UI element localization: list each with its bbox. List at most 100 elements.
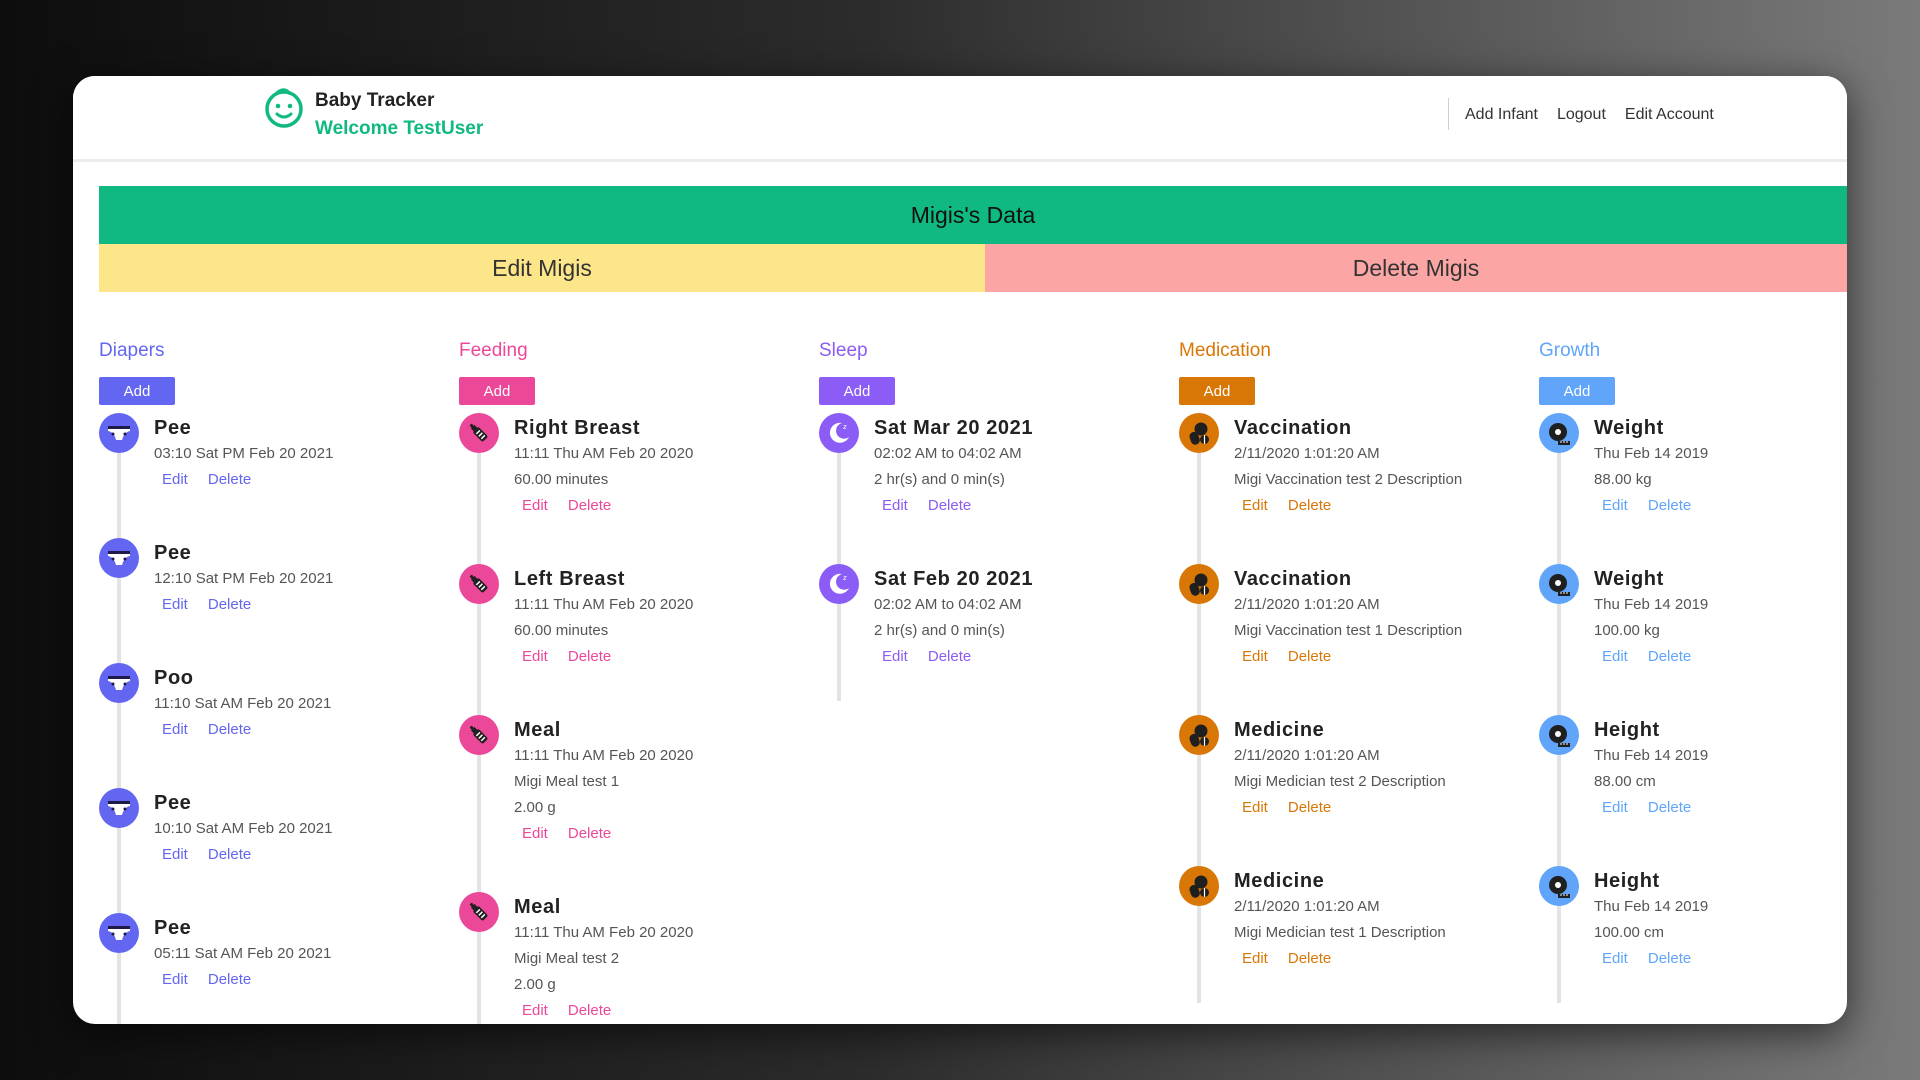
entry-actions: Edit Delete [1234,493,1479,519]
entry-detail: 11:11 Thu AM Feb 20 2020 [514,924,694,941]
delete-entry-link[interactable]: Delete [1648,493,1691,519]
edit-entry-link[interactable]: Edit [1602,946,1628,972]
add-growth-button[interactable]: Add [1539,377,1615,405]
delete-infant-button[interactable]: Delete Migis [985,244,1847,292]
edit-infant-button[interactable]: Edit Migis [99,244,985,292]
delete-entry-link[interactable]: Delete [568,998,611,1024]
app-title: Baby Tracker [315,90,435,111]
diapers-entry: Poo 11:10 Sat AM Feb 20 2021 Edit Delete [99,663,399,744]
pills-icon [1179,564,1219,604]
pills-icon [1179,866,1219,906]
delete-entry-link[interactable]: Delete [1648,644,1691,670]
delete-entry-link[interactable]: Delete [208,842,251,868]
entry-detail: 12:10 Sat PM Feb 20 2021 [154,570,334,587]
edit-entry-link[interactable]: Edit [162,467,188,493]
delete-entry-link[interactable]: Delete [208,967,251,993]
edit-entry-link[interactable]: Edit [882,644,908,670]
add-sleep-button[interactable]: Add [819,377,895,405]
delete-entry-link[interactable]: Delete [1648,795,1691,821]
edit-entry-link[interactable]: Edit [522,998,548,1024]
add-medication-button[interactable]: Add [1179,377,1255,405]
diapers-entry: Pee 03:10 Sat PM Feb 20 2021 Edit Delete [99,413,399,494]
delete-entry-link[interactable]: Delete [1288,946,1331,972]
entry-detail: 03:10 Sat PM Feb 20 2021 [154,445,334,462]
column-medication: Medication Add Vaccination 2/11/2020 1:01:2… [1179,340,1479,1003]
column-sleep: Sleep Add z Sat Mar 20 2021 02:02 AM to 04:0… [819,340,1119,701]
entry-detail: 2.00 g [514,976,556,993]
entry-title: Meal [514,719,561,741]
nav-add-infant[interactable]: Add Infant [1465,106,1538,124]
entry-detail: 100.00 cm [1594,924,1665,941]
entry-detail: 2.00 g [514,799,556,816]
delete-entry-link[interactable]: Delete [568,644,611,670]
edit-entry-link[interactable]: Edit [522,644,548,670]
edit-entry-link[interactable]: Edit [162,967,188,993]
entry-detail: Migi Vaccination test 2 Description [1234,471,1463,488]
delete-entry-link[interactable]: Delete [208,592,251,618]
add-feeding-button[interactable]: Add [459,377,535,405]
entry-detail: 11:11 Thu AM Feb 20 2020 [514,445,694,462]
growth-entry: Height Thu Feb 14 2019 88.00 cm Edit Delete [1539,715,1839,822]
sleep-entry: z Sat Mar 20 2021 02:02 AM to 04:02 AM 2 hr… [819,413,1119,520]
delete-entry-link[interactable]: Delete [928,493,971,519]
delete-entry-link[interactable]: Delete [928,644,971,670]
feeding-entry: Right Breast 11:11 Thu AM Feb 20 2020 60.0… [459,413,759,520]
edit-entry-link[interactable]: Edit [162,842,188,868]
edit-entry-link[interactable]: Edit [162,592,188,618]
nav-logout[interactable]: Logout [1557,106,1606,124]
edit-entry-link[interactable]: Edit [1602,795,1628,821]
growth-timeline: Weight Thu Feb 14 2019 88.00 kg Edit Delete W… [1539,413,1839,1003]
nav-links: Add Infant Logout Edit Account [1465,106,1714,124]
entry-title: Meal [514,896,561,918]
entry-detail: Thu Feb 14 2019 [1594,898,1709,915]
entry-actions: Edit Delete [514,493,759,519]
entry-detail: Migi Medician test 1 Description [1234,924,1446,941]
tape-measure-icon [1539,866,1579,906]
delete-entry-link[interactable]: Delete [1288,795,1331,821]
bottle-icon [459,413,499,453]
entry-detail: 2/11/2020 1:01:20 AM [1234,747,1380,764]
entry-title: Pee [154,792,192,814]
delete-entry-link[interactable]: Delete [568,493,611,519]
edit-entry-link[interactable]: Edit [522,493,548,519]
entry-actions: Edit Delete [514,998,759,1024]
delete-entry-link[interactable]: Delete [1288,644,1331,670]
entry-detail: Migi Meal test 2 [514,950,620,967]
edit-entry-link[interactable]: Edit [882,493,908,519]
column-title-diapers: Diapers [99,340,165,361]
feeding-entry: Meal 11:11 Thu AM Feb 20 2020 Migi Meal te… [459,715,759,848]
entry-title: Height [1594,719,1660,741]
edit-entry-link[interactable]: Edit [522,821,548,847]
edit-entry-link[interactable]: Edit [1602,493,1628,519]
nav-edit-account[interactable]: Edit Account [1625,106,1714,124]
sleep-timeline: z Sat Mar 20 2021 02:02 AM to 04:02 AM 2 hr… [819,413,1119,701]
delete-entry-link[interactable]: Delete [568,821,611,847]
entry-actions: Edit Delete [1234,795,1479,821]
entry-actions: Edit Delete [1234,644,1479,670]
add-diapers-button[interactable]: Add [99,377,175,405]
edit-entry-link[interactable]: Edit [1242,946,1268,972]
delete-entry-link[interactable]: Delete [208,717,251,743]
entry-detail: Thu Feb 14 2019 [1594,747,1709,764]
edit-entry-link[interactable]: Edit [1602,644,1628,670]
entry-title: Pee [154,542,192,564]
medication-timeline: Vaccination 2/11/2020 1:01:20 AM Migi Vacc… [1179,413,1479,1003]
svg-text:z: z [843,574,847,582]
delete-entry-link[interactable]: Delete [1648,946,1691,972]
entry-actions: Edit Delete [1594,946,1839,972]
delete-entry-link[interactable]: Delete [1288,493,1331,519]
entry-title: Vaccination [1234,417,1352,439]
growth-entry: Weight Thu Feb 14 2019 100.00 kg Edit Delete [1539,564,1839,671]
entry-detail: 11:10 Sat AM Feb 20 2021 [154,695,332,712]
sleep-entry: z Sat Feb 20 2021 02:02 AM to 04:02 AM 2 hr… [819,564,1119,671]
app-window: Baby Tracker Welcome TestUser Add Infant… [73,76,1847,1024]
delete-entry-link[interactable]: Delete [208,467,251,493]
edit-entry-link[interactable]: Edit [1242,795,1268,821]
edit-entry-link[interactable]: Edit [162,717,188,743]
edit-entry-link[interactable]: Edit [1242,644,1268,670]
feeding-entry: Left Breast 11:11 Thu AM Feb 20 2020 60.00… [459,564,759,671]
entry-detail: 10:10 Sat AM Feb 20 2021 [154,820,333,837]
entry-actions: Edit Delete [1594,644,1839,670]
edit-entry-link[interactable]: Edit [1242,493,1268,519]
entry-detail: 2 hr(s) and 0 min(s) [874,471,1005,488]
